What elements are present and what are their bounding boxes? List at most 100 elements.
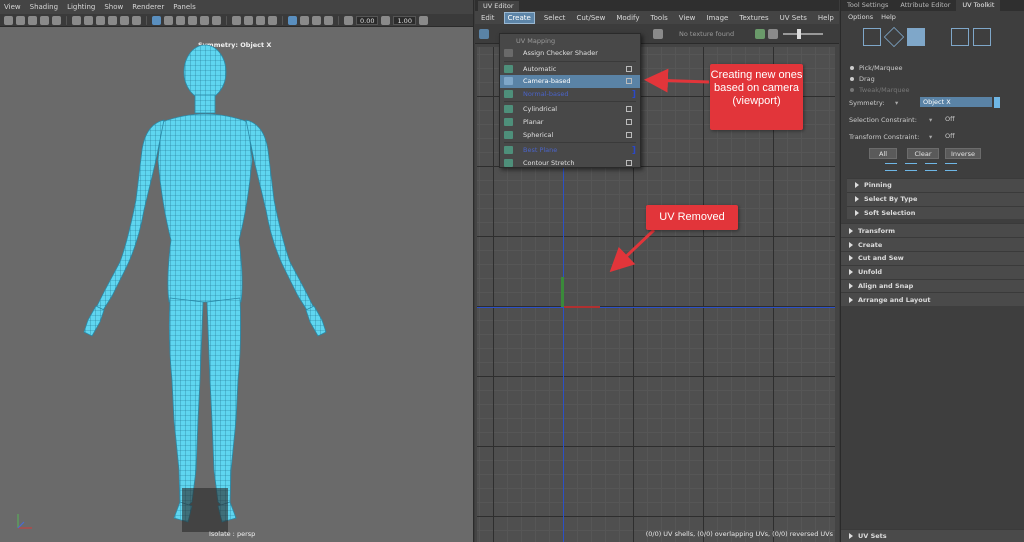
camera-icon[interactable]	[4, 15, 13, 25]
option-box-icon[interactable]	[626, 159, 632, 166]
create-section[interactable]: Create	[841, 237, 1024, 251]
inverse-button[interactable]: Inverse	[945, 148, 981, 159]
ambient-occlusion-icon[interactable]	[232, 15, 241, 25]
isolate-select-icon[interactable]	[288, 15, 297, 25]
dropdown-arrow-icon[interactable]: ▾	[929, 133, 932, 141]
automatic-mapping-item[interactable]: Automatic	[500, 63, 640, 76]
textured-icon[interactable]	[188, 15, 197, 25]
tab-attribute-editor[interactable]: Attribute Editor	[894, 0, 956, 11]
menu-shading[interactable]: Shading	[30, 3, 58, 11]
menu-lighting[interactable]: Lighting	[67, 3, 95, 11]
pinning-section[interactable]: Pinning	[847, 178, 1024, 192]
cylindrical-mapping-item[interactable]: Cylindrical	[500, 103, 640, 116]
menu-show[interactable]: Show	[104, 3, 123, 11]
option-box-icon[interactable]	[626, 65, 632, 72]
symmetry-toggle[interactable]	[994, 97, 1000, 108]
uv-menu-create[interactable]: Create	[503, 11, 535, 24]
motion-blur-icon[interactable]	[244, 15, 253, 25]
uv-sets-section[interactable]: UV Sets	[841, 529, 1024, 542]
uv-editor-title[interactable]: UV Editor	[478, 1, 519, 11]
uv-mode-icon[interactable]	[951, 28, 969, 46]
best-plane-item[interactable]: Best Plane ]	[500, 144, 640, 157]
slider-handle[interactable]	[797, 29, 801, 39]
depth-of-field-icon[interactable]	[268, 15, 277, 25]
grid-icon[interactable]	[52, 15, 61, 25]
planar-mapping-item[interactable]: Planar	[500, 116, 640, 129]
menu-help[interactable]: Help	[881, 13, 896, 21]
unfold-section[interactable]: Unfold	[841, 264, 1024, 279]
spherical-mapping-item[interactable]: Spherical	[500, 129, 640, 142]
option-box-icon[interactable]	[626, 78, 632, 85]
dropdown-arrow-icon[interactable]: ▾	[929, 116, 932, 124]
cut-and-sew-section[interactable]: Cut and Sew	[841, 250, 1024, 265]
contour-stretch-item[interactable]: Contour Stretch	[500, 157, 640, 170]
symmetry-dropdown[interactable]: Object X	[920, 97, 992, 107]
uv-menu-image[interactable]: Image	[705, 13, 729, 23]
smooth-shade-icon[interactable]	[164, 15, 173, 25]
uv-menu-select[interactable]: Select	[543, 13, 567, 23]
clear-button[interactable]: Clear	[907, 148, 939, 159]
normal-based-mapping-item[interactable]: Normal-based ]	[500, 88, 640, 101]
resolution-gate-icon[interactable]	[84, 15, 93, 25]
option-box-icon[interactable]	[626, 118, 632, 125]
grow-selection-icon[interactable]	[885, 163, 897, 171]
tab-uv-toolkit[interactable]: UV Toolkit	[956, 0, 1001, 11]
character-mesh[interactable]	[40, 40, 370, 535]
exposure-field[interactable]: 0.00	[356, 15, 379, 25]
option-box-icon[interactable]	[626, 106, 632, 113]
wireframe-icon[interactable]	[152, 15, 161, 25]
select-shell-icon[interactable]	[945, 163, 957, 171]
arrange-and-layout-section[interactable]: Arrange and Layout	[841, 292, 1024, 307]
align-and-snap-section[interactable]: Align and Snap	[841, 278, 1024, 293]
lights-icon[interactable]	[200, 15, 209, 25]
bookmark-icon[interactable]	[28, 15, 37, 25]
select-by-type-section[interactable]: Select By Type	[847, 191, 1024, 206]
xray-joints-icon[interactable]	[312, 15, 321, 25]
exposure-slider[interactable]	[783, 33, 823, 35]
menu-renderer[interactable]: Renderer	[132, 3, 164, 11]
select-border-icon[interactable]	[925, 163, 937, 171]
gamma-field[interactable]: 1.00	[393, 15, 416, 25]
uv-menu-cut-sew[interactable]: Cut/Sew	[575, 13, 606, 23]
mode-tweak-marquee[interactable]: Tweak/Marquee	[841, 84, 1024, 95]
menu-panels[interactable]: Panels	[173, 3, 196, 11]
field-chart-icon[interactable]	[108, 15, 117, 25]
menu-view[interactable]: View	[4, 3, 21, 11]
gamma-icon[interactable]	[381, 15, 391, 25]
xray-icon[interactable]	[300, 15, 309, 25]
uv-shell-mode-icon[interactable]	[973, 28, 991, 46]
uv-menu-uv-sets[interactable]: UV Sets	[779, 13, 808, 23]
shadows-icon[interactable]	[212, 15, 221, 25]
exposure-icon[interactable]	[344, 15, 353, 25]
anti-alias-icon[interactable]	[256, 15, 265, 25]
face-mode-icon[interactable]	[907, 28, 925, 46]
uv-toolbar-toggle-icon[interactable]	[479, 29, 489, 39]
soft-selection-section[interactable]: Soft Selection	[847, 205, 1024, 220]
safe-action-icon[interactable]	[120, 15, 129, 25]
transform-constraint-dropdown[interactable]: Off	[942, 131, 958, 141]
tab-tool-settings[interactable]: Tool Settings	[841, 0, 894, 11]
menu-options[interactable]: Options	[848, 13, 873, 21]
selection-constraint-dropdown[interactable]: Off	[942, 114, 958, 124]
wireframe-on-shaded-icon[interactable]	[176, 15, 185, 25]
vertex-mode-icon[interactable]	[863, 28, 881, 46]
shrink-selection-icon[interactable]	[905, 163, 917, 171]
dropdown-arrow-icon[interactable]: ▾	[895, 99, 898, 107]
mode-drag[interactable]: Drag	[841, 73, 1024, 84]
mode-pick-marquee[interactable]: Pick/Marquee	[841, 62, 1024, 73]
film-gate-icon[interactable]	[72, 15, 81, 25]
uv-menu-modify[interactable]: Modify	[615, 13, 640, 23]
sync-icon[interactable]	[755, 29, 765, 39]
uv-menu-textures[interactable]: Textures	[738, 13, 769, 23]
select-all-button[interactable]: All	[869, 148, 897, 159]
uv-menu-edit[interactable]: Edit	[480, 13, 496, 23]
3d-viewport[interactable]: View Shading Lighting Show Renderer Pane…	[0, 0, 474, 542]
uv-menu-tools[interactable]: Tools	[650, 13, 669, 23]
uv-menu-help[interactable]: Help	[817, 13, 835, 23]
camera-based-mapping-item[interactable]: Camera-based	[500, 75, 640, 88]
image-plane-icon[interactable]	[40, 15, 49, 25]
assign-checker-shader-item[interactable]: Assign Checker Shader	[500, 47, 640, 60]
transform-section[interactable]: Transform	[841, 223, 1024, 238]
edge-mode-icon[interactable]	[883, 26, 905, 48]
xray-components-icon[interactable]	[324, 15, 333, 25]
